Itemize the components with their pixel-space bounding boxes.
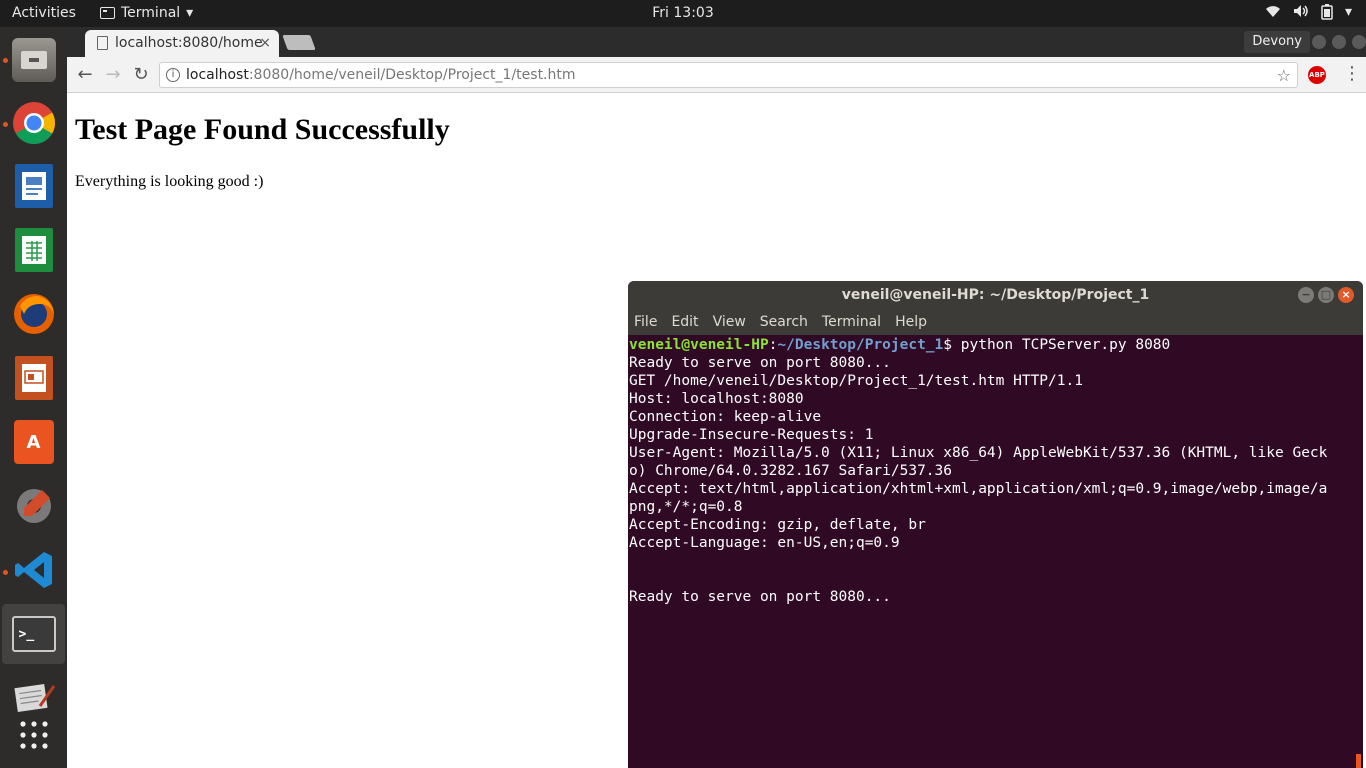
minimize-button[interactable]: − [1298, 287, 1314, 303]
output-line: GET /home/veneil/Desktop/Project_1/test.… [629, 373, 1083, 389]
calc-icon [14, 228, 53, 272]
menu-help[interactable]: Help [895, 311, 933, 335]
reload-icon[interactable]: ↻ [130, 64, 152, 86]
ubuntu-software-app[interactable]: A [2, 412, 65, 472]
terminal-app[interactable]: >_ [2, 604, 65, 664]
close-tab-icon[interactable]: × [259, 35, 271, 51]
maximize-button[interactable]: □ [1318, 287, 1334, 303]
back-icon[interactable]: ← [74, 64, 96, 86]
page-icon [97, 36, 108, 50]
url-path: :8080/home/veneil/Desktop/Project_1/test… [248, 67, 576, 83]
output-line: Accept: text/html,application/xhtml+xml,… [629, 481, 1328, 497]
settings-app[interactable] [2, 476, 65, 536]
output-line: User-Agent: Mozilla/5.0 (X11; Linux x86_… [629, 445, 1328, 461]
chrome-icon [12, 102, 55, 144]
tab-strip: localhost:8080/home × Devony [67, 27, 1366, 57]
terminal-menubar: File Edit View Search Terminal Help [628, 311, 1363, 335]
tab-title: localhost:8080/home [115, 35, 263, 51]
minimize-button[interactable] [1312, 35, 1326, 49]
clock[interactable]: Fri 13:03 [0, 5, 1366, 21]
prompt-command: $ python TCPServer.py 8080 [943, 337, 1171, 353]
volume-icon [1293, 4, 1309, 24]
url-host: localhost [186, 67, 249, 83]
menu-view[interactable]: View [713, 311, 752, 335]
bookmark-star-icon[interactable]: ☆ [1277, 66, 1291, 85]
vscode-app[interactable] [2, 540, 65, 600]
chrome-app[interactable] [2, 93, 65, 153]
vscode-icon [14, 552, 52, 588]
close-window-button[interactable] [1352, 35, 1366, 49]
forward-icon[interactable]: → [102, 64, 124, 86]
output-line: Host: localhost:8080 [629, 391, 804, 407]
menu-file[interactable]: File [634, 311, 663, 335]
close-icon[interactable]: × [1338, 287, 1354, 303]
gear-icon [16, 489, 51, 523]
impress-icon [14, 356, 53, 400]
terminal-output[interactable]: veneil@veneil-HP:~/Desktop/Project_1$ py… [629, 336, 1359, 766]
output-line: png,*/*;q=0.8 [629, 499, 743, 515]
battery-icon [1321, 4, 1333, 24]
page-heading: Test Page Found Successfully [75, 113, 450, 146]
maximize-button[interactable] [1332, 35, 1346, 49]
browser-menu-icon[interactable]: ⋮ [1343, 63, 1361, 84]
scroll-indicator [1356, 754, 1361, 768]
wifi-icon [1265, 4, 1281, 24]
libreoffice-impress-app[interactable] [2, 348, 65, 408]
adblock-icon[interactable]: ABP [1308, 66, 1326, 84]
show-applications-button[interactable] [2, 705, 65, 765]
system-tray[interactable]: ▾ [1265, 4, 1352, 24]
terminal-dock-icon: >_ [11, 616, 56, 652]
output-line: Accept-Language: en-US,en;q=0.9 [629, 535, 900, 551]
grid-icon [19, 721, 48, 749]
software-icon: A [13, 420, 54, 464]
prompt-path: ~/Desktop/Project_1 [777, 337, 944, 353]
menu-search[interactable]: Search [760, 311, 814, 335]
output-line: Ready to serve on port 8080... [629, 355, 891, 371]
prompt-line: veneil@veneil-HP:~/Desktop/Project_1$ py… [629, 336, 1359, 354]
files-app[interactable] [2, 30, 65, 90]
writer-icon [14, 164, 53, 208]
browser-toolbar: ← → ↻ i localhost:8080/home/veneil/Deskt… [67, 57, 1366, 93]
terminal-window: veneil@veneil-HP: ~/Desktop/Project_1 − … [628, 281, 1363, 768]
profile-button[interactable]: Devony [1244, 31, 1310, 53]
system-menu-chevron-icon: ▾ [1344, 4, 1352, 20]
firefox-app[interactable] [2, 284, 65, 344]
libreoffice-writer-app[interactable] [2, 156, 65, 216]
top-bar: Activities Terminal ▾ Fri 13:03 ▾ [0, 0, 1366, 27]
page-text: Everything is looking good :) [75, 173, 264, 190]
prompt-user: veneil@veneil-HP [629, 337, 769, 353]
output-line: Connection: keep-alive [629, 409, 822, 425]
address-bar[interactable]: i localhost:8080/home/veneil/Desktop/Pro… [159, 62, 1298, 88]
output-line: Accept-Encoding: gzip, deflate, br [629, 517, 926, 533]
output-line: Upgrade-Insecure-Requests: 1 [629, 427, 874, 443]
firefox-icon [13, 294, 54, 334]
terminal-titlebar[interactable]: veneil@veneil-HP: ~/Desktop/Project_1 − … [628, 281, 1363, 311]
dock: A >_ [0, 27, 67, 768]
menu-edit[interactable]: Edit [671, 311, 704, 335]
output-line: Ready to serve on port 8080... [629, 589, 891, 605]
browser-tab[interactable]: localhost:8080/home × [85, 30, 279, 57]
output-line: o) Chrome/64.0.3282.167 Safari/537.36 [629, 463, 953, 479]
menu-terminal[interactable]: Terminal [822, 311, 887, 335]
libreoffice-calc-app[interactable] [2, 220, 65, 280]
terminal-title: veneil@veneil-HP: ~/Desktop/Project_1 [841, 287, 1150, 303]
files-icon [11, 38, 56, 82]
new-tab-button[interactable] [282, 35, 316, 50]
info-icon[interactable]: i [166, 68, 180, 82]
